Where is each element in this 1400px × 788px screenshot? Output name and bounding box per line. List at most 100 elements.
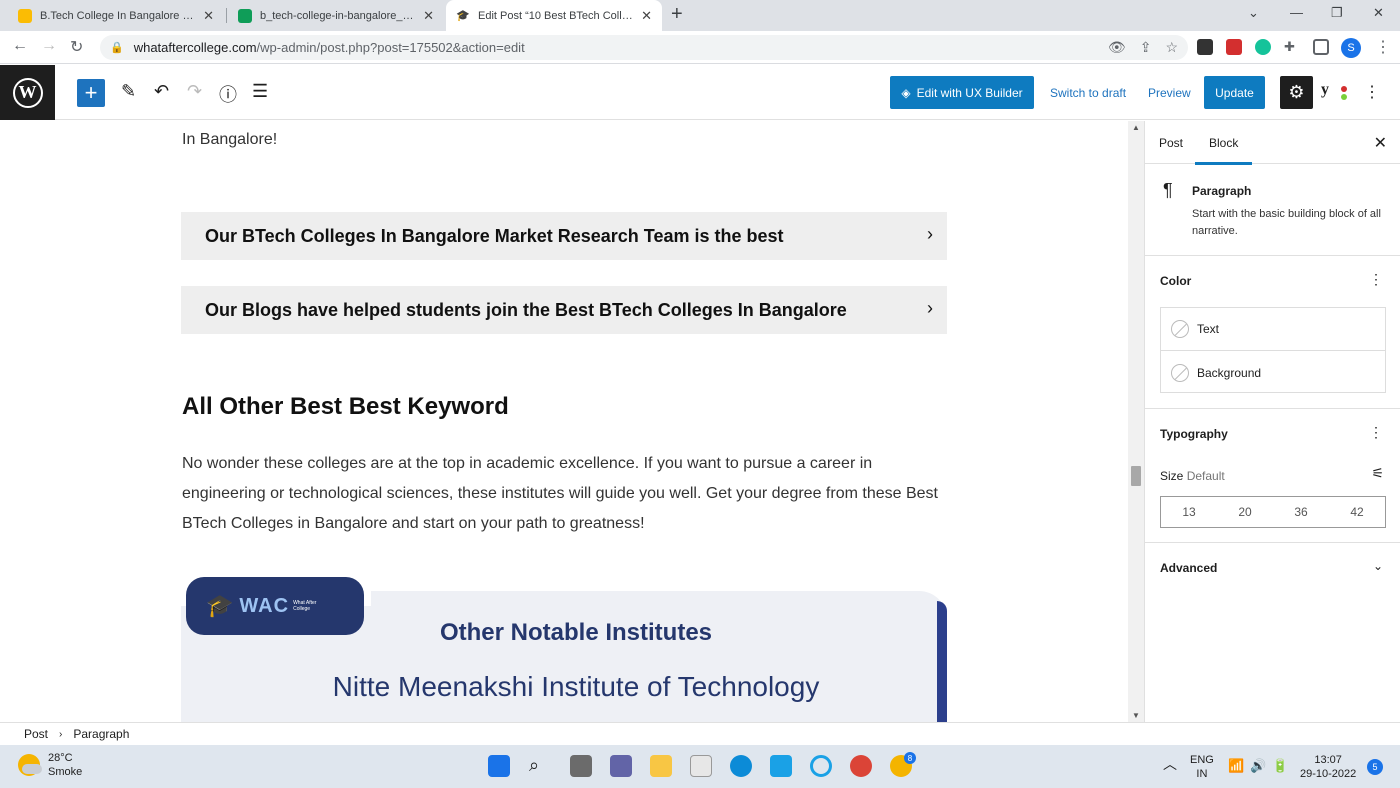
weather-widget[interactable]: 28°C Smoke	[18, 751, 82, 779]
task-view-icon[interactable]	[570, 755, 592, 777]
color-panel: Color ⋮ Text Background	[1145, 256, 1400, 409]
tab-post[interactable]: Post	[1159, 136, 1183, 150]
font-size-option[interactable]: 42	[1350, 505, 1363, 519]
bookmark-star-icon[interactable]: ☆	[1165, 39, 1178, 56]
yoast-icon[interactable]: y	[1321, 81, 1329, 99]
close-window-icon[interactable]: ✕	[1373, 5, 1384, 21]
custom-size-toggle-icon[interactable]: ⚟	[1371, 465, 1384, 482]
no-color-swatch-icon	[1171, 320, 1189, 338]
volume-icon[interactable]: 🔊	[1250, 759, 1266, 773]
back-icon[interactable]: ←	[12, 37, 28, 55]
breadcrumb-paragraph[interactable]: Paragraph	[73, 727, 129, 741]
chrome-icon[interactable]	[850, 755, 872, 777]
ux-builder-button[interactable]: ◈ Edit with UX Builder	[890, 76, 1034, 109]
editor-scrollbar[interactable]: ▲ ▼	[1128, 121, 1144, 722]
start-icon[interactable]	[488, 755, 510, 777]
advanced-panel[interactable]: Advanced ⌄	[1145, 543, 1400, 593]
accordion-item[interactable]: Our Blogs have helped students join the …	[181, 286, 947, 334]
l-app-icon[interactable]	[770, 755, 792, 777]
minimize-icon[interactable]: —	[1290, 5, 1303, 20]
scroll-down-icon[interactable]: ▼	[1132, 711, 1140, 720]
undo-icon[interactable]: ↶	[154, 81, 169, 102]
size-label: Size Default	[1160, 469, 1225, 483]
yoast-status-dot	[1341, 94, 1347, 100]
forward-icon[interactable]: →	[41, 37, 57, 55]
color-options-icon[interactable]: ⋮	[1369, 271, 1383, 288]
font-size-option[interactable]: 13	[1182, 505, 1195, 519]
close-tab-icon[interactable]: ✕	[423, 8, 434, 24]
accordion-item[interactable]: Our BTech Colleges In Bangalore Market R…	[181, 212, 947, 260]
font-size-option[interactable]: 36	[1294, 505, 1307, 519]
section-heading[interactable]: All Other Best Best Keyword	[182, 393, 509, 421]
text-color-option[interactable]: Text	[1161, 308, 1385, 351]
redo-icon[interactable]: ↷	[187, 81, 202, 102]
tab-strip: B.Tech College In Bangalore - Go ✕ b_tec…	[0, 0, 1400, 31]
settings-gear-icon[interactable]: ⚙	[1280, 76, 1313, 109]
close-tab-icon[interactable]: ✕	[641, 8, 652, 24]
options-menu-icon[interactable]: ⋮	[1364, 82, 1380, 102]
tab-block[interactable]: Block	[1195, 136, 1253, 165]
background-color-option[interactable]: Background	[1161, 351, 1385, 394]
typography-options-icon[interactable]: ⋮	[1369, 424, 1383, 441]
browser-tab-active[interactable]: 🎓 Edit Post “10 Best BTech Colleges ✕	[446, 0, 662, 31]
tracking-off-icon[interactable]: 👁	[1108, 39, 1126, 56]
notification-badge[interactable]: 5	[1367, 759, 1383, 775]
wifi-icon[interactable]: 📶	[1228, 759, 1244, 773]
maximize-icon[interactable]: ❐	[1331, 5, 1343, 21]
weather-icon	[18, 754, 42, 776]
close-tab-icon[interactable]: ✕	[203, 8, 214, 24]
clock[interactable]: 13:07 29-10-2022	[1300, 753, 1356, 781]
chevron-right-icon[interactable]: ›	[927, 224, 933, 245]
switch-to-draft-button[interactable]: Switch to draft	[1050, 86, 1126, 100]
preview-button[interactable]: Preview	[1148, 86, 1191, 100]
update-button[interactable]: Update	[1204, 76, 1265, 109]
show-hidden-icons-icon[interactable]: ︿	[1163, 757, 1177, 771]
file-explorer-icon[interactable]	[650, 755, 672, 777]
extension-m-icon[interactable]	[1197, 39, 1213, 55]
font-size-option[interactable]: 20	[1238, 505, 1251, 519]
graduation-cap-icon: 🎓	[206, 593, 234, 618]
scrollbar-thumb[interactable]	[1131, 466, 1141, 486]
body-paragraph[interactable]: No wonder these colleges are at the top …	[182, 449, 942, 539]
chevron-down-icon[interactable]: ⌄	[1373, 559, 1383, 573]
chrome-badge: 8	[904, 752, 916, 764]
paragraph-fragment[interactable]: In Bangalore!	[182, 131, 277, 149]
battery-icon[interactable]: 🔋	[1272, 759, 1288, 773]
close-sidebar-icon[interactable]: ✕	[1374, 133, 1387, 153]
browser-tab[interactable]: b_tech-college-in-bangalore_bro ✕	[228, 0, 444, 31]
chrome-menu-icon[interactable]: ⋮	[1375, 37, 1391, 57]
editor-toolbar: W + ✎ ↶ ↷ ⓘ ☰ ◈ Edit with UX Builder Swit…	[0, 65, 1400, 120]
pencil-icon[interactable]: ✎	[121, 81, 136, 102]
editor-canvas[interactable]: In Bangalore! Our BTech Colleges In Bang…	[0, 121, 1128, 722]
extension-red-icon[interactable]	[1226, 39, 1242, 55]
alexa-icon[interactable]	[810, 755, 832, 777]
chevron-right-icon: ›	[59, 728, 63, 740]
url-bar[interactable]: 🔒 whataftercollege.com /wp-admin/post.ph…	[100, 35, 1188, 60]
store-icon[interactable]	[690, 755, 712, 777]
tab-search-icon[interactable]: ⌄	[1248, 5, 1259, 21]
teams-chat-icon[interactable]	[610, 755, 632, 777]
share-icon[interactable]: ⇪	[1140, 39, 1152, 56]
settings-sidebar: Post Block ✕ ¶ Paragraph Start with the …	[1144, 121, 1400, 722]
no-color-swatch-icon	[1171, 363, 1189, 382]
grammarly-icon[interactable]	[1255, 39, 1271, 55]
tab-title: b_tech-college-in-bangalore_bro	[260, 9, 416, 22]
reload-icon[interactable]: ↻	[70, 37, 83, 57]
sidepanel-icon[interactable]	[1313, 39, 1329, 55]
weather-condition: Smoke	[48, 766, 83, 778]
extensions-puzzle-icon[interactable]: ✚	[1284, 39, 1300, 55]
language-indicator[interactable]: ENG IN	[1190, 753, 1214, 781]
profile-avatar[interactable]: S	[1341, 38, 1361, 58]
info-icon[interactable]: ⓘ	[219, 81, 237, 107]
lock-icon[interactable]: 🔒	[110, 41, 124, 54]
scroll-up-icon[interactable]: ▲	[1132, 123, 1140, 132]
edge-icon[interactable]	[730, 755, 752, 777]
list-view-icon[interactable]: ☰	[252, 81, 268, 102]
browser-tab[interactable]: B.Tech College In Bangalore - Go ✕	[8, 0, 224, 31]
breadcrumb-post[interactable]: Post	[24, 727, 48, 741]
chevron-right-icon[interactable]: ›	[927, 298, 933, 319]
new-tab-icon[interactable]: +	[671, 3, 683, 26]
block-inserter-button[interactable]: +	[77, 79, 105, 107]
wordpress-logo[interactable]: W	[0, 65, 55, 120]
search-icon[interactable]: ⌕	[529, 755, 551, 777]
